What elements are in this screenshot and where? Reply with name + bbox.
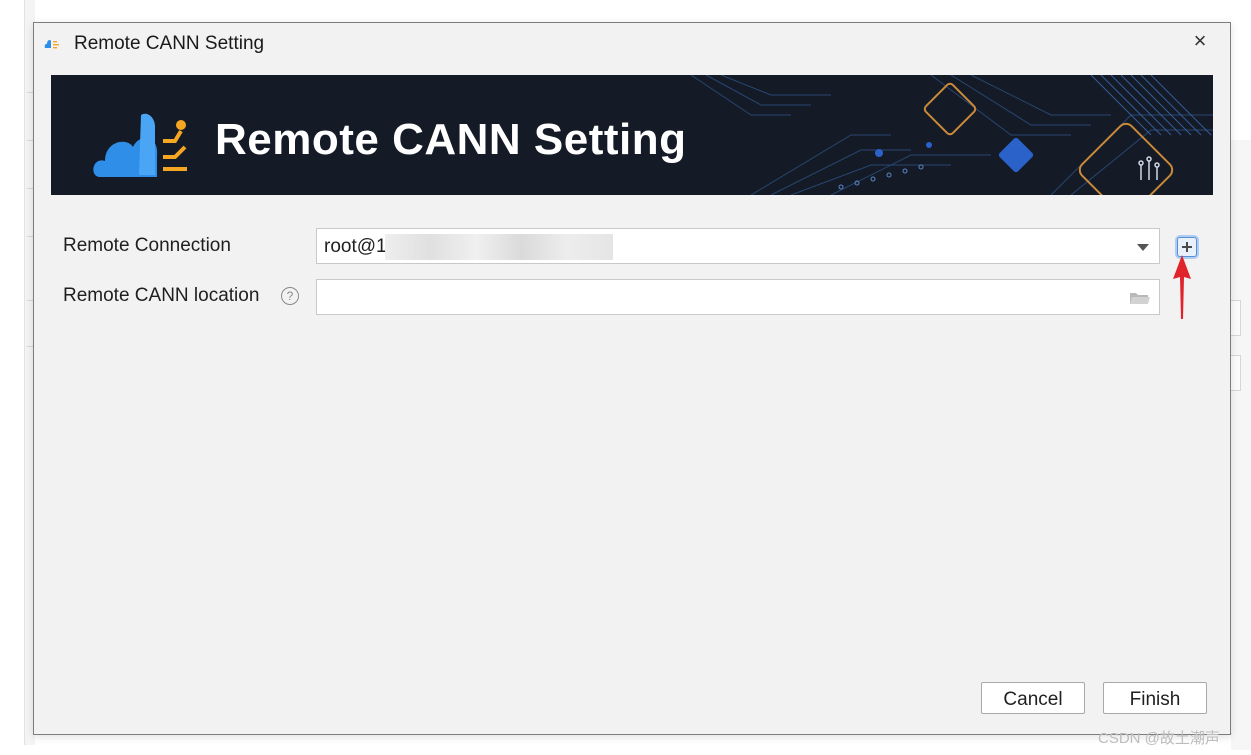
cann-location-field[interactable] (316, 279, 1160, 315)
banner-logo-icon (93, 113, 187, 177)
dialog-title: Remote CANN Setting (74, 33, 265, 54)
red-arrow-annotation (1173, 255, 1191, 319)
cancel-button[interactable]: Cancel (981, 682, 1085, 714)
background-app-panel (1231, 140, 1251, 750)
remote-cann-setting-dialog: Remote CANN Setting × Remote CANN Settin… (33, 22, 1231, 735)
help-icon[interactable]: ? (281, 287, 299, 305)
dialog-titlebar: Remote CANN Setting × (34, 23, 1230, 65)
redacted-host-blur (385, 234, 613, 260)
add-connection-icon[interactable] (1177, 237, 1197, 257)
remote-connection-label: Remote Connection (63, 235, 231, 256)
cann-location-label: Remote CANN location (63, 285, 260, 306)
remote-connection-combobox[interactable]: root@1 (316, 228, 1160, 264)
banner-title: Remote CANN Setting (215, 115, 687, 164)
folder-icon[interactable] (1129, 291, 1151, 305)
remote-connection-value: root@1 (324, 236, 387, 257)
dropdown-arrow-icon[interactable] (1137, 244, 1149, 251)
finish-button[interactable]: Finish (1103, 682, 1207, 714)
close-icon[interactable]: × (1186, 27, 1214, 55)
watermark-text: CSDN @故土潮声 (1098, 730, 1220, 747)
cann-logo-icon (44, 40, 59, 49)
header-banner: Remote CANN Setting (51, 75, 1213, 195)
